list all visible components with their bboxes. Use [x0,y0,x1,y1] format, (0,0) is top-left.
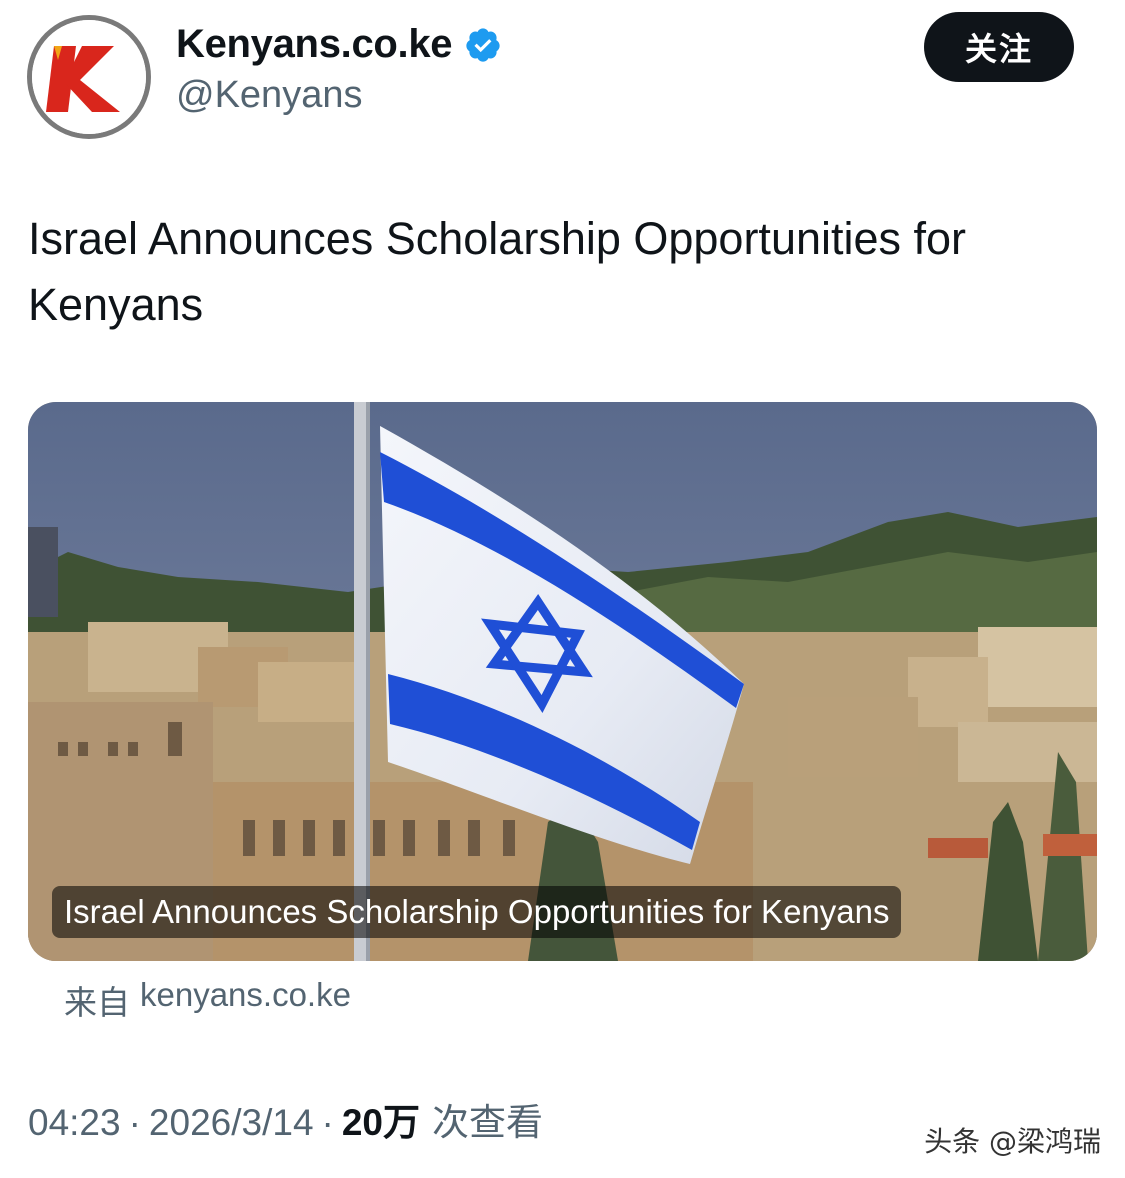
tweet-time[interactable]: 04:23 [28,1102,121,1144]
display-name[interactable]: Kenyans.co.ke [176,22,453,67]
card-title: Israel Announces Scholarship Opportuniti… [52,886,902,938]
watermark: 头条 @梁鸿瑞 [924,1125,1101,1158]
views-label: 次查看 [432,1101,544,1144]
link-preview-card[interactable]: Israel Announces Scholarship Opportuniti… [28,402,1097,961]
source-prefix: 来自 [64,983,130,1022]
separator: · [128,1102,141,1143]
tweet-meta: 04:23 · 2026/3/14 · 20万 次查看 [28,1092,543,1146]
verified-badge-icon [466,27,500,62]
tweet-detail-page: Kenyans.co.ke @Kenyans 关注 Israel Announc… [0,0,1125,1178]
author-name-row: Kenyans.co.ke [176,22,502,67]
follow-button[interactable]: 关注 [924,12,1074,82]
avatar[interactable] [27,15,151,139]
views-count: 20万 [341,1102,421,1143]
source-domain[interactable]: kenyans.co.ke [140,976,351,1024]
card-source[interactable]: 来自 kenyans.co.ke [64,976,351,1024]
israel-flag-photo [28,402,1097,961]
separator: · [321,1102,334,1143]
author-handle[interactable]: @Kenyans [176,74,362,117]
tweet-text: Israel Announces Scholarship Opportuniti… [28,213,967,330]
kenyans-logo-icon [32,20,146,134]
tweet-date[interactable]: 2026/3/14 [149,1102,314,1144]
